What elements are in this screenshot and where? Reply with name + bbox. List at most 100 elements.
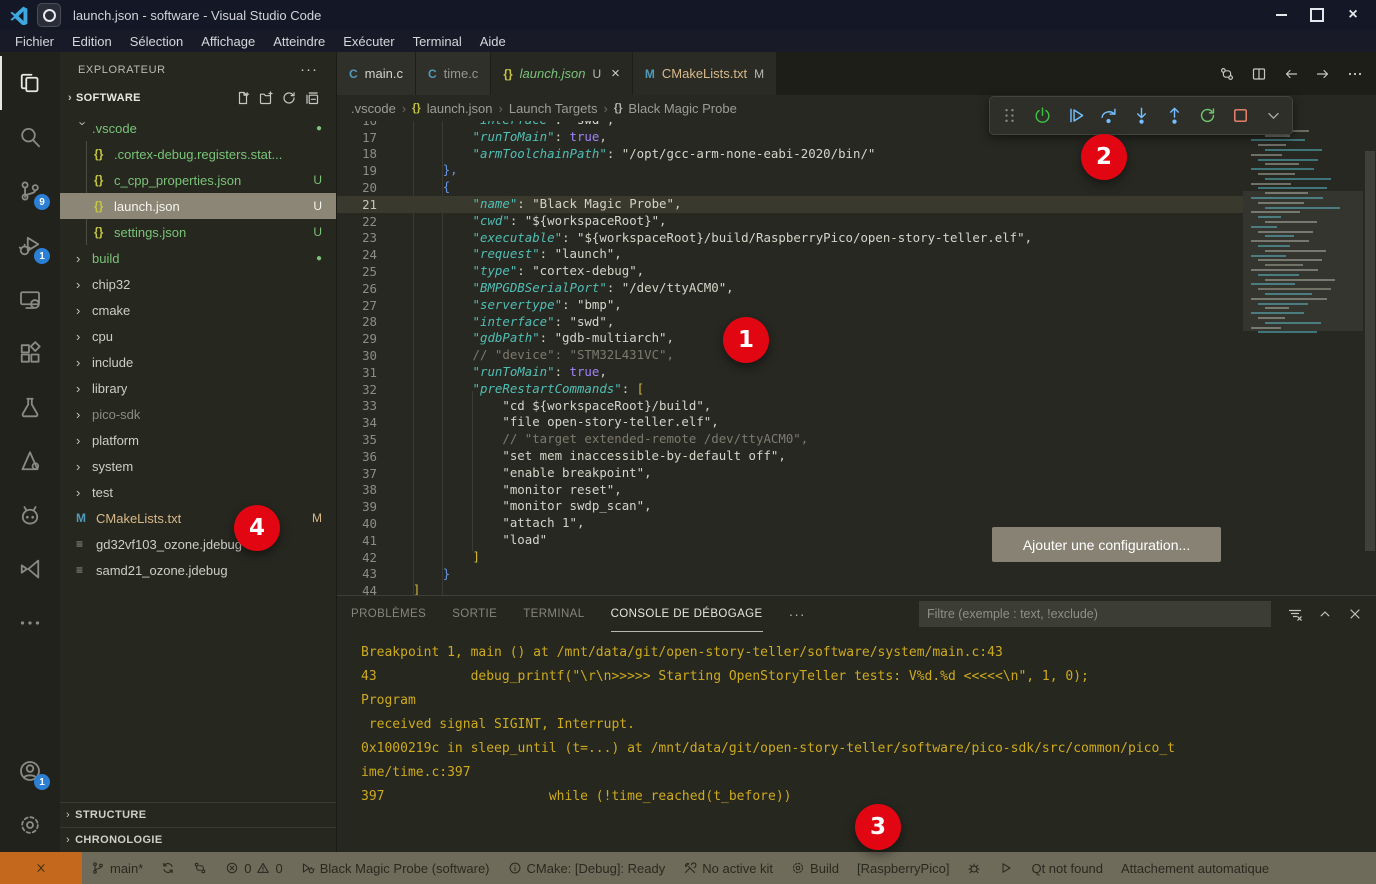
close-panel-button[interactable] xyxy=(1347,606,1363,622)
status-cmake-launch[interactable] xyxy=(990,852,1022,884)
activity-cmake[interactable] xyxy=(0,434,60,488)
tab-cmakelists[interactable]: MCMakeLists.txtM xyxy=(633,52,777,95)
tab-launch-json[interactable]: {}launch.jsonU× xyxy=(491,52,633,95)
tree-item-chip32[interactable]: ›chip32 xyxy=(60,271,336,297)
close-tab-icon[interactable]: × xyxy=(611,65,620,82)
split-editor-button[interactable] xyxy=(1251,66,1267,82)
tree-item-samd21-ozone-jdebug[interactable]: ≡samd21_ozone.jdebug xyxy=(60,557,336,583)
step-into-button[interactable] xyxy=(1127,102,1155,130)
minimap-slider[interactable] xyxy=(1243,191,1363,331)
debug-console-filter-input[interactable] xyxy=(919,601,1271,627)
activity-platformio[interactable] xyxy=(0,488,60,542)
panel-more-button[interactable]: ··· xyxy=(789,606,806,622)
tree-item-platform[interactable]: ›platform xyxy=(60,427,336,453)
refresh-button[interactable] xyxy=(281,90,297,106)
new-file-button[interactable] xyxy=(235,90,251,106)
menu-terminal[interactable]: Terminal xyxy=(404,30,471,52)
tree-item--cortex-debug-registers-stat-[interactable]: {}.cortex-debug.registers.stat... xyxy=(60,141,336,167)
menu-sélection[interactable]: Sélection xyxy=(121,30,192,52)
activity-run-and-debug[interactable]: 1 xyxy=(0,218,60,272)
go-back-button[interactable] xyxy=(1283,66,1299,82)
panel-tab-sortie[interactable]: SORTIE xyxy=(452,596,497,632)
restart-button[interactable] xyxy=(1193,102,1221,130)
dropdown-button[interactable] xyxy=(1259,102,1287,130)
menu-fichier[interactable]: Fichier xyxy=(6,30,63,52)
tree-item-c-cpp-properties-json[interactable]: {}c_cpp_properties.jsonU xyxy=(60,167,336,193)
tree-item-settings-json[interactable]: {}settings.jsonU xyxy=(60,219,336,245)
activity-accounts[interactable]: 1 xyxy=(0,744,60,798)
activity-remote-explorer[interactable] xyxy=(0,272,60,326)
status-cmake-target[interactable]: [RaspberryPico] xyxy=(848,852,958,884)
status-git-compare[interactable] xyxy=(184,852,216,884)
activity-more[interactable] xyxy=(0,596,60,650)
status-cmake-build[interactable]: Build xyxy=(782,852,848,884)
step-over-button[interactable] xyxy=(1094,102,1122,130)
tree-item-build[interactable]: ›build● xyxy=(60,245,336,271)
vertical-scrollbar[interactable] xyxy=(1363,121,1376,595)
step-out-button[interactable] xyxy=(1160,102,1188,130)
activity-explorer[interactable] xyxy=(0,56,60,110)
panel-tab-terminal[interactable]: TERMINAL xyxy=(523,596,584,632)
section-chronologie[interactable]: ›CHRONOLOGIE xyxy=(60,827,336,852)
stop-button[interactable] xyxy=(1226,102,1254,130)
menu-edition[interactable]: Edition xyxy=(63,30,121,52)
continue-button[interactable] xyxy=(1061,102,1089,130)
code-editor[interactable]: 16 "interface": "swd",17 "runToMain": tr… xyxy=(337,121,1376,595)
activity-visual-studio[interactable] xyxy=(0,542,60,596)
activity-extensions[interactable] xyxy=(0,326,60,380)
menu-atteindre[interactable]: Atteindre xyxy=(264,30,334,52)
open-changes-button[interactable] xyxy=(1219,66,1235,82)
tree-item-include[interactable]: ›include xyxy=(60,349,336,375)
status-git-sync[interactable] xyxy=(152,852,184,884)
status-cmake-kit[interactable]: No active kit xyxy=(674,852,782,884)
activity-testing[interactable] xyxy=(0,380,60,434)
new-folder-button[interactable] xyxy=(258,90,274,106)
breadcrumb-item[interactable]: .vscode xyxy=(351,101,396,116)
activity-search[interactable] xyxy=(0,110,60,164)
tree-item--vscode[interactable]: ›.vscode● xyxy=(60,115,336,141)
add-configuration-button[interactable]: Ajouter une configuration... xyxy=(992,527,1221,562)
more-actions-button[interactable] xyxy=(1347,66,1363,82)
tree-item-cmakelists-txt[interactable]: MCMakeLists.txtM xyxy=(60,505,336,531)
activity-settings[interactable] xyxy=(0,798,60,852)
status-qt-status[interactable]: Qt not found xyxy=(1022,852,1112,884)
activity-source-control[interactable]: 9 xyxy=(0,164,60,218)
menu-aide[interactable]: Aide xyxy=(471,30,515,52)
close-button[interactable]: × xyxy=(1340,4,1366,26)
status-debug-target[interactable]: Black Magic Probe (software) xyxy=(292,852,499,884)
tree-item-pico-sdk[interactable]: ›pico-sdk xyxy=(60,401,336,427)
panel-tab-probl-mes[interactable]: PROBLÈMES xyxy=(351,596,426,632)
section-structure[interactable]: ›STRUCTURE xyxy=(60,802,336,827)
drag-handle-button[interactable] xyxy=(995,102,1023,130)
workspace-section-header[interactable]: › SOFTWARE xyxy=(60,87,336,109)
minimize-button[interactable] xyxy=(1268,4,1294,26)
tree-item-cpu[interactable]: ›cpu xyxy=(60,323,336,349)
power-button[interactable] xyxy=(1028,102,1056,130)
status-auto-attach[interactable]: Attachement automatique xyxy=(1112,852,1278,884)
go-forward-button[interactable] xyxy=(1315,66,1331,82)
tree-item-launch-json[interactable]: {}launch.jsonU xyxy=(60,193,336,219)
status-cmake-debug[interactable] xyxy=(958,852,990,884)
tree-item-system[interactable]: ›system xyxy=(60,453,336,479)
tree-item-cmake[interactable]: ›cmake xyxy=(60,297,336,323)
tree-item-library[interactable]: ›library xyxy=(60,375,336,401)
tree-item-test[interactable]: ›test xyxy=(60,479,336,505)
minimap[interactable] xyxy=(1243,121,1363,595)
panel-tab-console-de-d-bogage[interactable]: CONSOLE DE DÉBOGAGE xyxy=(611,596,763,632)
menu-affichage[interactable]: Affichage xyxy=(192,30,264,52)
tab-time-c[interactable]: Ctime.c xyxy=(416,52,491,95)
breadcrumb-item[interactable]: launch.json xyxy=(427,101,493,116)
menu-exécuter[interactable]: Exécuter xyxy=(334,30,403,52)
status-git-branch[interactable]: main* xyxy=(82,852,152,884)
sidebar-more-button[interactable]: ··· xyxy=(300,61,318,78)
status-cmake-status[interactable]: CMake: [Debug]: Ready xyxy=(499,852,675,884)
status-problems[interactable]: 00 xyxy=(216,852,291,884)
breadcrumb-item[interactable]: Black Magic Probe xyxy=(628,101,736,116)
tab-main-c[interactable]: Cmain.c xyxy=(337,52,416,95)
maximize-panel-button[interactable] xyxy=(1317,606,1333,622)
collapse-all-button[interactable] xyxy=(304,90,320,106)
filter-button[interactable] xyxy=(1287,606,1303,622)
maximize-button[interactable] xyxy=(1304,4,1330,26)
scrollbar-thumb[interactable] xyxy=(1365,151,1375,551)
breadcrumb-item[interactable]: Launch Targets xyxy=(509,101,598,116)
